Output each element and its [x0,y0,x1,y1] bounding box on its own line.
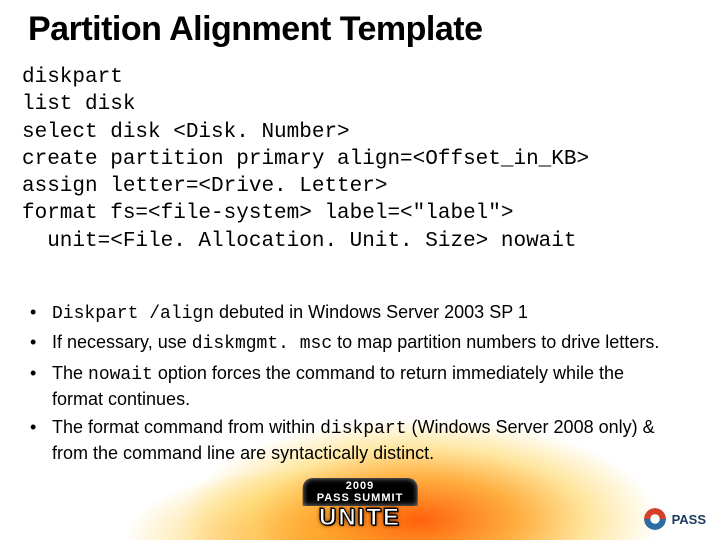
bullet-text: to map partition numbers to drive letter… [332,332,659,352]
list-item: If necessary, use diskmgmt. msc to map p… [22,330,680,356]
code-line: assign letter=<Drive. Letter> [22,175,387,198]
code-line: unit=<File. Allocation. Unit. Size> nowa… [22,230,577,253]
code-line: diskpart [22,66,123,89]
inline-code: diskmgmt. msc [192,334,332,354]
badge-year: 2009 PASS SUMMIT [303,478,418,506]
swirl-icon [644,508,666,530]
bullet-text: The [52,363,88,383]
inline-code: diskpart [320,419,406,439]
page-title: Partition Alignment Template [28,10,482,49]
bullet-list: Diskpart /align debuted in Windows Serve… [22,300,680,470]
code-line: create partition primary align=<Offset_i… [22,148,589,171]
badge-unite: UNITE [303,504,418,532]
bullet-text: If necessary, use [52,332,192,352]
code-line: select disk <Disk. Number> [22,121,350,144]
badge-year-text: 2009 [346,480,374,492]
code-line: list disk [22,93,135,116]
event-badge: 2009 PASS SUMMIT UNITE [303,478,418,532]
bullet-text: The format command from within [52,417,320,437]
bullet-text: debuted in Windows Server 2003 SP 1 [214,302,528,322]
inline-code: Diskpart /align [52,304,214,324]
code-line: format fs=<file-system> label=<"label"> [22,202,513,225]
list-item: The format command from within diskpart … [22,415,680,466]
code-block: diskpart list disk select disk <Disk. Nu… [22,64,700,255]
inline-code: nowait [88,365,153,385]
slide: Partition Alignment Template diskpart li… [0,0,720,540]
pass-logo: PASS [644,508,706,530]
list-item: Diskpart /align debuted in Windows Serve… [22,300,680,326]
logo-text: PASS [672,512,706,527]
badge-summit-text: PASS SUMMIT [317,492,404,504]
list-item: The nowait option forces the command to … [22,361,680,412]
